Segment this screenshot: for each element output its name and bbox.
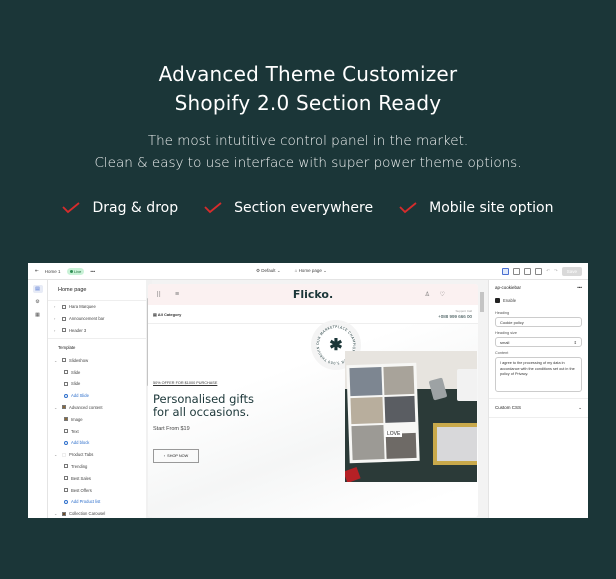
- inspector-toggle-icon[interactable]: [502, 267, 510, 275]
- content-textarea[interactable]: I agree to the processing of my data in …: [495, 357, 582, 392]
- sidebar-block[interactable]: Trending: [48, 461, 146, 473]
- sidebar-block[interactable]: Image: [48, 413, 146, 425]
- sections-sidebar: Home page › Hara Marquee › Announcement ba…: [48, 280, 146, 518]
- feature-list: Drag & drop Section everywhere Mobile si…: [0, 200, 616, 216]
- sidebar-section[interactable]: ⌄ Slideshow: [48, 354, 146, 366]
- checkmark-icon: [204, 202, 222, 214]
- sidebar-section[interactable]: ⌄ Advanced content: [48, 402, 146, 414]
- sidebar-item[interactable]: › Hara Marquee: [48, 301, 146, 313]
- sidebar-title: Home page: [48, 280, 146, 301]
- checkmark-icon: [399, 202, 417, 214]
- editor-topbar: ⇤ Home 1 Live ••• ⚙ Default ⌄ ⌂ Home pag…: [28, 263, 588, 280]
- content-label: Content: [495, 351, 509, 355]
- chevron-down-icon: ⌄: [578, 405, 582, 410]
- add-block-link[interactable]: Add Product list: [48, 496, 146, 508]
- add-block-link[interactable]: Add Slide: [48, 390, 146, 402]
- offer-link[interactable]: 50% OFFER FOR $1000 PURCHASE: [153, 381, 217, 385]
- theme-name: Home 1: [44, 268, 61, 274]
- store-preview: ⠿ ≡ Flicko. ♙ ♡ ▤ All Category Support C…: [148, 284, 478, 517]
- feature-label: Drag & drop: [92, 200, 179, 216]
- heading-input[interactable]: Cookie policy: [495, 317, 582, 327]
- heading-size-label: Heading size: [495, 331, 517, 335]
- sidebar-section[interactable]: ⌄ Collection Carousel: [48, 508, 146, 518]
- more-button[interactable]: •••: [90, 269, 95, 274]
- love-caption: LOVE: [385, 431, 403, 437]
- heading-label: Heading: [495, 311, 510, 315]
- sidebar-block[interactable]: Slide: [48, 366, 146, 378]
- feature-label: Mobile site option: [429, 200, 554, 216]
- shop-now-button[interactable]: › SHOP NOW: [153, 449, 199, 463]
- gift-collage-image: LOVE: [345, 351, 477, 482]
- hero-subtitle-line2: Clean & easy to use interface with super…: [94, 155, 522, 171]
- hero-title-line2: Shopify 2.0 Section Ready: [174, 91, 442, 115]
- feature-label: Section everywhere: [234, 200, 374, 216]
- hero: Advanced Theme Customizer Shopify 2.0 Se…: [0, 60, 616, 174]
- sidebar-block[interactable]: Slide: [48, 378, 146, 390]
- add-block-link[interactable]: Add block: [48, 437, 146, 449]
- template-label: Template: [48, 338, 146, 354]
- store-header: ⠿ ≡ Flicko. ♙ ♡: [148, 284, 478, 305]
- exit-icon[interactable]: ⇤: [35, 268, 39, 274]
- sidebar-item[interactable]: › Announcement bar: [48, 313, 146, 325]
- section-name: ap-cookiebar: [495, 285, 522, 290]
- fullscreen-icon[interactable]: [535, 267, 543, 275]
- live-badge: Live: [66, 267, 85, 275]
- wishlist-icon[interactable]: ♡: [440, 291, 445, 298]
- theme-editor-screenshot: ⇤ Home 1 Live ••• ⚙ Default ⌄ ⌂ Home pag…: [28, 263, 588, 518]
- mobile-view-icon[interactable]: [524, 267, 532, 275]
- sidebar-block[interactable]: Best Sales: [48, 472, 146, 484]
- redo-icon[interactable]: ↷: [554, 268, 558, 274]
- settings-panel: ap-cookiebar ••• Enable Heading Cookie po…: [488, 280, 588, 518]
- account-icon[interactable]: ♙: [425, 291, 430, 298]
- select-arrows-icon: ⇕: [573, 339, 577, 345]
- sidebar-block[interactable]: Text: [48, 425, 146, 437]
- settings-gear-icon[interactable]: ⚙: [33, 298, 43, 306]
- support-call: Support Call +088 999 666 00: [438, 309, 472, 319]
- preview-scrollbar[interactable]: [479, 284, 485, 517]
- sidebar-section[interactable]: ⌄ Product Tabs: [48, 449, 146, 461]
- feature-item: Section everywhere: [204, 200, 373, 216]
- all-category-menu[interactable]: ▤ All Category: [153, 312, 181, 317]
- hero-title-line1: Advanced Theme Customizer: [158, 62, 458, 86]
- sections-icon[interactable]: ▤: [32, 285, 43, 293]
- enable-checkbox[interactable]: Enable: [489, 295, 588, 307]
- editor-rail: ▤ ⚙ ▦: [28, 280, 48, 518]
- feature-item: Drag & drop: [62, 200, 178, 216]
- sidebar-item[interactable]: › Header 3: [48, 325, 146, 337]
- undo-icon[interactable]: ↶: [546, 268, 550, 274]
- page-select[interactable]: ⌂ Home page ⌄: [295, 268, 327, 274]
- save-button[interactable]: Save: [561, 266, 582, 276]
- apps-icon[interactable]: ▦: [33, 311, 43, 319]
- desktop-view-icon[interactable]: [513, 267, 521, 275]
- sidebar-block[interactable]: Best Offers: [48, 484, 146, 496]
- slide-price: Start From $19: [153, 426, 190, 432]
- more-options-icon[interactable]: •••: [577, 285, 582, 290]
- feature-item: Mobile site option: [399, 200, 554, 216]
- hero-subtitle-line1: The most intutitive control panel in the…: [147, 133, 469, 149]
- checkmark-icon: [62, 202, 81, 214]
- slide-headline: Personalised gifts for all occasions.: [153, 392, 254, 419]
- heading-size-select[interactable]: small ⇕: [495, 337, 582, 347]
- custom-css-accordion[interactable]: Custom CSS ⌄: [489, 398, 588, 418]
- hero-slide: OUR MARKETPLACE CHAMPIONS OVER 5,000 THR…: [148, 320, 478, 517]
- theme-select[interactable]: ⚙ Default ⌄: [256, 268, 281, 274]
